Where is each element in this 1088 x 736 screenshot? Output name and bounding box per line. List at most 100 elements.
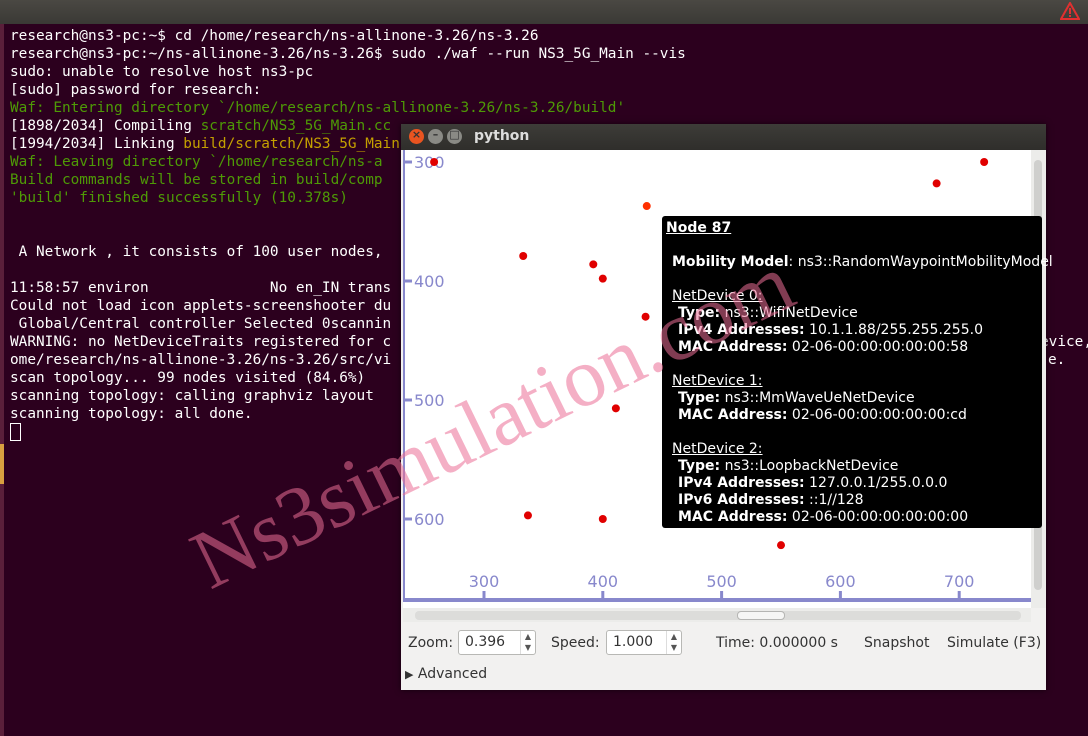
window-titlebar[interactable]: × – □ python — [401, 124, 1046, 150]
tooltip-label: MAC Address: — [678, 407, 788, 423]
horizontal-scrollbar[interactable] — [403, 608, 1031, 622]
zoom-spinbox[interactable]: 0.396 ▲ ▼ — [458, 630, 536, 655]
spin-arrows-icon[interactable]: ▲ ▼ — [666, 631, 681, 654]
speed-spinbox[interactable]: 1.000 ▲ ▼ — [606, 630, 682, 655]
tooltip-value: 02-06-00:00:00:00:00:cd — [787, 407, 967, 423]
node-marker — [523, 511, 532, 520]
terminal-line: Waf: Leaving directory `/home/research/n… — [10, 154, 383, 170]
terminal-line: research@ns3-pc:~$ cd /home/research/ns-… — [10, 28, 539, 44]
node-marker — [641, 312, 650, 321]
node-marker — [519, 252, 528, 261]
terminal-line: A Network , it consists of 100 user node… — [10, 244, 383, 260]
tooltip-value: ::1//128 — [804, 492, 864, 508]
terminal-line: scanning topology: all done. — [10, 406, 253, 422]
tooltip-value: 02-06-00:00:00:00:00:00 — [787, 509, 969, 525]
tooltip-value: ns3::WifiNetDevice — [720, 305, 858, 321]
advanced-label: Advanced — [417, 666, 488, 682]
warning-icon[interactable] — [1060, 2, 1080, 20]
terminal-line: Build commands will be stored in build/c… — [10, 172, 383, 188]
tooltip-label: IPv6 Addresses: — [678, 492, 805, 508]
node-marker — [980, 158, 989, 166]
maximize-button[interactable]: □ — [447, 128, 462, 144]
tooltip-section: NetDevice 1: — [672, 373, 763, 389]
terminal-line: [sudo] password for research: — [10, 82, 262, 98]
tooltip-label: Mobility Model — [672, 254, 789, 270]
tooltip-label: MAC Address: — [678, 339, 788, 355]
tooltip-label: MAC Address: — [678, 509, 788, 525]
x-tick-label: 300 — [469, 572, 500, 591]
tooltip-row: Type: ns3::WifiNetDevice — [678, 305, 858, 321]
terminal-line: research@ns3-pc:~/ns-allinone-3.26/ns-3.… — [10, 46, 686, 62]
tooltip-section: NetDevice 2: — [672, 441, 763, 457]
terminal-line — [10, 423, 21, 443]
tooltip-label: Type: — [678, 458, 721, 474]
speed-value: 1.000 — [613, 634, 654, 650]
advanced-expander[interactable]: ▶ Advanced — [405, 666, 487, 682]
zoom-label: Zoom: — [408, 635, 454, 651]
controls-bar: Zoom: 0.396 ▲ ▼ Speed: 1.000 ▲ ▼ Time: 0.0… — [401, 627, 1046, 663]
maximize-icon: □ — [449, 128, 460, 141]
tooltip-label: Type: — [678, 390, 721, 406]
minimize-icon: – — [432, 128, 439, 141]
close-icon: × — [411, 128, 422, 141]
horizontal-scroll-thumb[interactable] — [737, 611, 785, 620]
tooltip-label: IPv4 Addresses: — [678, 475, 805, 491]
terminal-line: scan topology... 99 nodes visited (84.6%… — [10, 370, 366, 386]
terminal-cursor — [10, 423, 21, 441]
y-tick-label: 300 — [414, 153, 445, 172]
x-tick-label: 600 — [825, 572, 856, 591]
zoom-value: 0.396 — [465, 634, 506, 650]
terminal-line: sudo: unable to resolve host ns3-pc — [10, 64, 314, 80]
close-button[interactable]: × — [409, 128, 424, 144]
tooltip-section: NetDevice 0: — [672, 288, 763, 304]
minimize-button[interactable]: – — [428, 128, 443, 144]
tooltip-row: MAC Address: 02-06-00:00:00:00:00:cd — [678, 407, 967, 423]
x-tick-label: 700 — [944, 572, 975, 591]
tooltip-node-title: Node 87 — [666, 220, 732, 236]
tooltip-row: MAC Address: 02-06-00:00:00:00:00:00 — [678, 509, 968, 525]
tooltip-label: IPv4 Addresses: — [678, 322, 805, 338]
terminal-text: build/scratch/NS3_5G_Main — [183, 136, 400, 152]
terminal-line: 11:58:57 environ No en_IN trans — [10, 280, 392, 296]
spin-arrows-icon[interactable]: ▲ ▼ — [520, 631, 535, 654]
tooltip-row: IPv6 Addresses: ::1//128 — [678, 492, 864, 508]
tooltip-value: 127.0.0.1/255.0.0.0 — [804, 475, 948, 491]
terminal-line: Waf: Entering directory `/home/research/… — [10, 100, 626, 116]
terminal-line: Could not load icon applets-screenshoote… — [10, 298, 392, 314]
node-marker — [598, 274, 607, 283]
y-tick-label: 400 — [414, 272, 445, 291]
tooltip-label: Type: — [678, 305, 721, 321]
terminal-line: 'build' finished successfully (10.378s) — [10, 190, 348, 206]
tooltip-value: : ns3::RandomWaypointMobilityModel — [788, 254, 1053, 270]
tooltip-row: Type: ns3::MmWaveUeNetDevice — [678, 390, 915, 406]
top-panel — [0, 0, 1088, 24]
node-marker — [598, 515, 607, 523]
tooltip-row: IPv4 Addresses: 10.1.1.88/255.255.255.0 — [678, 322, 983, 338]
terminal-line: scanning topology: calling graphviz layo… — [10, 388, 374, 404]
node-marker — [777, 541, 785, 550]
tooltip-value: ns3::LoopbackNetDevice — [720, 458, 899, 474]
tooltip-row: IPv4 Addresses: 127.0.0.1/255.0.0.0 — [678, 475, 947, 491]
y-tick-label: 500 — [414, 391, 445, 410]
y-tick-label: 600 — [414, 510, 445, 529]
terminal-text: [1994/2034] Linking — [10, 136, 184, 152]
tooltip-value: ns3::MmWaveUeNetDevice — [720, 390, 915, 406]
terminal-text: [1898/2034] Compiling — [10, 118, 201, 134]
node-marker — [642, 202, 651, 211]
tooltip-row: MAC Address: 02-06-00:00:00:00:00:58 — [678, 339, 968, 355]
window-title: python — [474, 128, 530, 144]
x-tick-label: 400 — [588, 572, 619, 591]
snapshot-button[interactable]: Snapshot — [864, 635, 929, 651]
terminal-line: Global/Central controller Selected 0scan… — [10, 316, 392, 332]
terminal-fragment: e. — [1048, 352, 1066, 368]
simulate-button[interactable]: Simulate (F3) — [947, 635, 1041, 651]
terminal-line: [1994/2034] Linking build/scratch/NS3_5G… — [10, 135, 400, 153]
node-marker — [611, 404, 620, 413]
time-display: Time: 0.000000 s — [716, 635, 838, 651]
node-marker — [932, 179, 941, 188]
terminal-line: WARNING: no NetDeviceTraits registered f… — [10, 334, 392, 350]
scroll-track — [415, 611, 1021, 620]
terminal-text: scratch/NS3_5G_Main.cc — [200, 118, 392, 134]
speed-label: Speed: — [551, 635, 600, 651]
x-tick-label: 500 — [706, 572, 737, 591]
